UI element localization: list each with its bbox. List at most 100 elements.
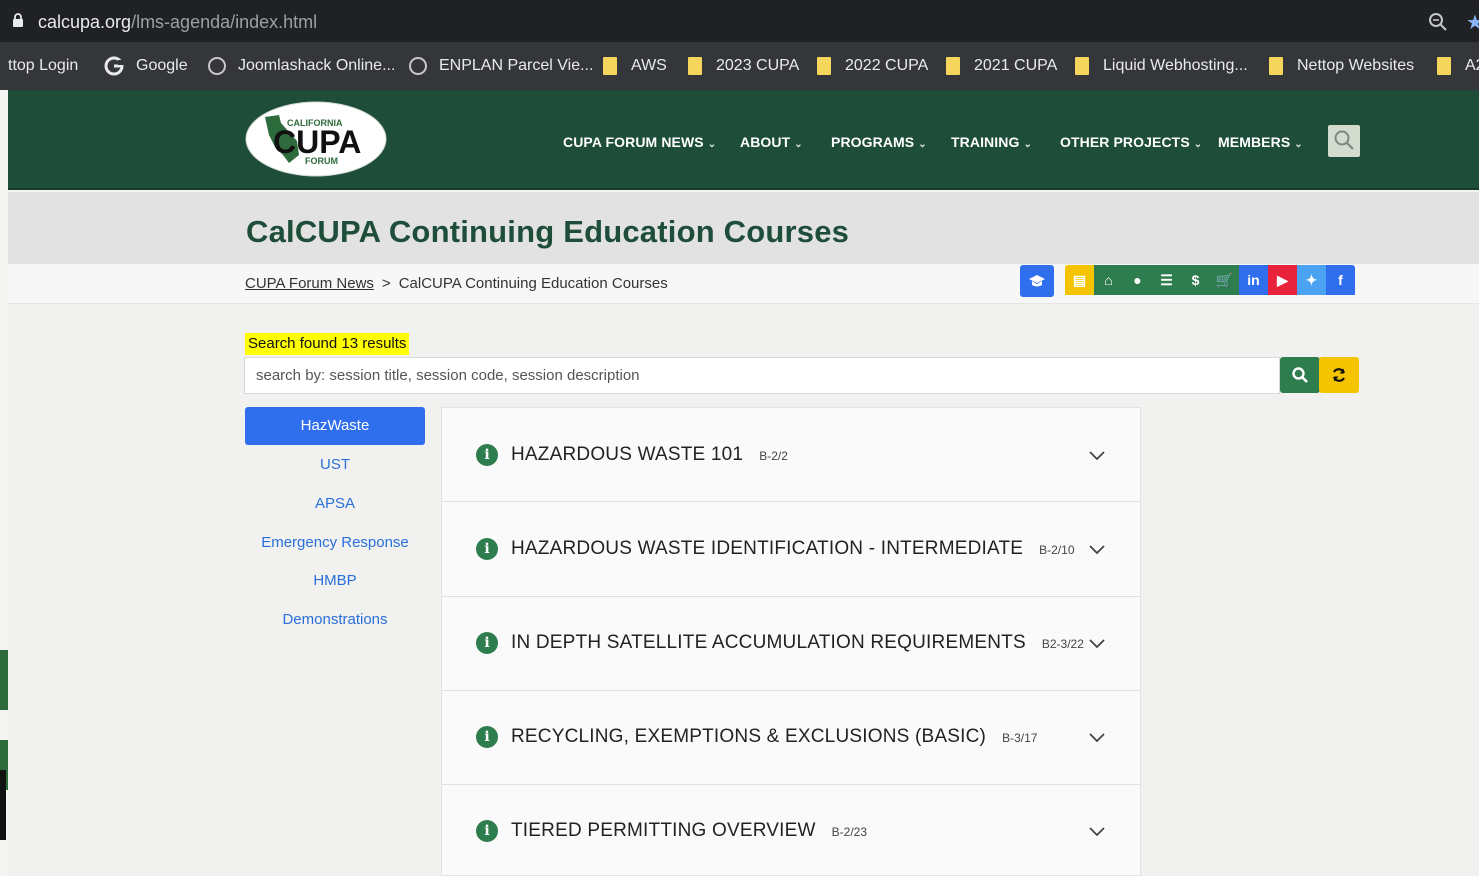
bookmark-item[interactable]: 2023 CUPA — [688, 56, 799, 76]
bookmark-item[interactable]: A2 — [1437, 56, 1479, 76]
chevron-down-icon[interactable] — [1088, 544, 1106, 556]
bookmark-item[interactable]: Nettop Websites — [1269, 56, 1414, 76]
info-icon[interactable]: i — [476, 538, 498, 560]
folder-icon — [688, 57, 702, 75]
search-submit-button[interactable] — [1280, 357, 1320, 393]
zoom-icon[interactable] — [1428, 12, 1448, 32]
chevron-down-icon: ⌄ — [1193, 139, 1203, 150]
category-tab-demonstrations[interactable]: Demonstrations — [245, 601, 425, 639]
globe-icon — [409, 57, 427, 75]
bookmark-item[interactable]: Liquid Webhosting... — [1075, 56, 1248, 76]
course-item[interactable]: i TIERED PERMITTING OVERVIEW B-2/23 — [442, 785, 1140, 875]
breadcrumb-separator: > — [381, 275, 391, 292]
course-code: B-2/2 — [759, 449, 788, 463]
social-toolbar-left — [1020, 265, 1054, 297]
breadcrumb: CUPA Forum News > CalCUPA Continuing Educa… — [245, 275, 668, 292]
chevron-down-icon: ⌄ — [707, 139, 717, 150]
chevron-down-icon: ⌄ — [1294, 139, 1303, 150]
logo-bottom-text: FORUM — [305, 156, 338, 166]
course-code: B2-3/22 — [1041, 637, 1084, 651]
category-tab-hazwaste[interactable]: HazWaste — [245, 407, 425, 445]
bookmark-item[interactable]: 2021 CUPA — [946, 56, 1057, 76]
bookmark-star-icon[interactable]: ★ — [1466, 10, 1479, 35]
google-icon — [104, 56, 124, 76]
user-icon[interactable]: ● — [1123, 265, 1152, 295]
course-code: B-2/23 — [831, 825, 868, 839]
folder-icon — [1437, 57, 1451, 75]
course-item[interactable]: i RECYCLING, EXEMPTIONS & EXCLUSIONS (BA… — [442, 691, 1140, 785]
category-tab-ust[interactable]: UST — [245, 446, 425, 484]
search-result-count: Search found 13 results — [245, 333, 410, 355]
bookmark-item[interactable]: Google — [104, 56, 188, 76]
bookmark-item[interactable]: ENPLAN Parcel Vie... — [409, 56, 593, 76]
chevron-down-icon: ⌄ — [794, 139, 803, 150]
info-icon[interactable]: i — [476, 726, 498, 748]
bookmarks-bar: ttop Login Google Joomlashack Online... … — [0, 42, 1479, 90]
search-input[interactable]: search by: session title, session code, … — [244, 357, 1280, 394]
chevron-down-icon: ⌄ — [918, 139, 927, 150]
category-tab-emergency-response[interactable]: Emergency Response — [245, 524, 425, 562]
bookmark-item[interactable]: Joomlashack Online... — [208, 56, 395, 76]
lock-icon — [13, 13, 23, 27]
logo-main-text: CUPA — [273, 124, 361, 160]
facebook-icon[interactable]: f — [1326, 265, 1355, 295]
chevron-down-icon[interactable] — [1088, 732, 1106, 744]
nav-other-projects[interactable]: OTHER PROJECTS ⌄ — [1060, 134, 1202, 150]
course-item[interactable]: i HAZARDOUS WASTE 101 B-2/2 — [442, 408, 1140, 502]
folder-icon — [1269, 57, 1283, 75]
refresh-icon — [1332, 368, 1346, 382]
url-text[interactable]: calcupa.org/lms-agenda/index.html — [38, 12, 317, 33]
calendar-icon[interactable]: ▤ — [1065, 265, 1094, 295]
course-item[interactable]: i IN DEPTH SATELLITE ACCUMULATION REQUIR… — [442, 597, 1140, 691]
course-title: TIERED PERMITTING OVERVIEW — [511, 820, 816, 841]
course-code: B-3/17 — [1002, 731, 1038, 745]
nav-cupa-forum-news[interactable]: CUPA FORUM NEWS ⌄ — [563, 134, 716, 150]
course-item[interactable]: i HAZARDOUS WASTE IDENTIFICATION - INTER… — [442, 503, 1140, 597]
nav-programs[interactable]: PROGRAMS ⌄ — [831, 134, 927, 150]
chevron-down-icon: ⌄ — [1023, 139, 1032, 150]
category-tab-hmbp[interactable]: HMBP — [245, 562, 425, 600]
bookmark-item[interactable]: AWS — [603, 56, 667, 76]
breadcrumb-current: CalCUPA Continuing Education Courses — [398, 275, 668, 292]
page-title: CalCUPA Continuing Education Courses — [246, 214, 850, 249]
social-toolbar: ▤ ⌂ ● ☰ $ 🛒 in ▶ ✦ f — [1065, 265, 1355, 297]
twitter-icon[interactable]: ✦ — [1297, 265, 1326, 295]
globe-icon — [208, 57, 226, 75]
chevron-down-icon[interactable] — [1088, 638, 1106, 650]
search-reset-button[interactable] — [1319, 357, 1359, 393]
graduation-cap-icon[interactable] — [1020, 265, 1054, 297]
header-search-button[interactable] — [1328, 125, 1360, 157]
category-tab-apsa[interactable]: APSA — [245, 485, 425, 523]
folder-icon — [1075, 57, 1089, 75]
nav-members[interactable]: MEMBERS ⌄ — [1218, 134, 1303, 150]
chevron-down-icon[interactable] — [1088, 450, 1106, 462]
course-title: RECYCLING, EXEMPTIONS & EXCLUSIONS (BASI… — [511, 726, 987, 747]
linkedin-icon[interactable]: in — [1239, 265, 1268, 295]
info-icon[interactable]: i — [476, 820, 498, 842]
info-icon[interactable]: i — [476, 444, 498, 466]
address-bar[interactable]: calcupa.org/lms-agenda/index.html ★ — [0, 0, 1479, 42]
title-band: CalCUPA Continuing Education Courses — [8, 192, 1479, 264]
folder-icon — [817, 57, 831, 75]
info-icon[interactable]: i — [476, 632, 498, 654]
chevron-down-icon[interactable] — [1088, 826, 1106, 838]
folder-icon — [603, 57, 617, 75]
list-icon[interactable]: ☰ — [1152, 265, 1181, 295]
nav-training[interactable]: TRAINING ⌄ — [951, 134, 1032, 150]
home-icon[interactable]: ⌂ — [1094, 265, 1123, 295]
bookmark-item[interactable]: ttop Login — [8, 56, 78, 76]
youtube-icon[interactable]: ▶ — [1268, 265, 1297, 295]
folder-icon — [946, 57, 960, 75]
course-title: HAZARDOUS WASTE IDENTIFICATION - INTERME… — [511, 538, 1024, 559]
background-window-fragment — [0, 650, 8, 840]
course-code: B-2/10 — [1039, 543, 1075, 557]
cart-icon[interactable]: 🛒 — [1210, 265, 1239, 295]
nav-about[interactable]: ABOUT ⌄ — [740, 134, 803, 150]
search-icon — [1334, 130, 1354, 150]
cupa-forum-logo[interactable]: CALIFORNIA CUPA FORUM — [245, 101, 387, 177]
bookmark-item[interactable]: 2022 CUPA — [817, 56, 928, 76]
dollar-icon[interactable]: $ — [1181, 265, 1210, 295]
site-header: CALIFORNIA CUPA FORUM CUPA FORUM NEWS ⌄ A… — [8, 90, 1479, 190]
course-title: HAZARDOUS WASTE 101 — [511, 444, 744, 465]
breadcrumb-link-parent[interactable]: CUPA Forum News — [245, 275, 374, 292]
